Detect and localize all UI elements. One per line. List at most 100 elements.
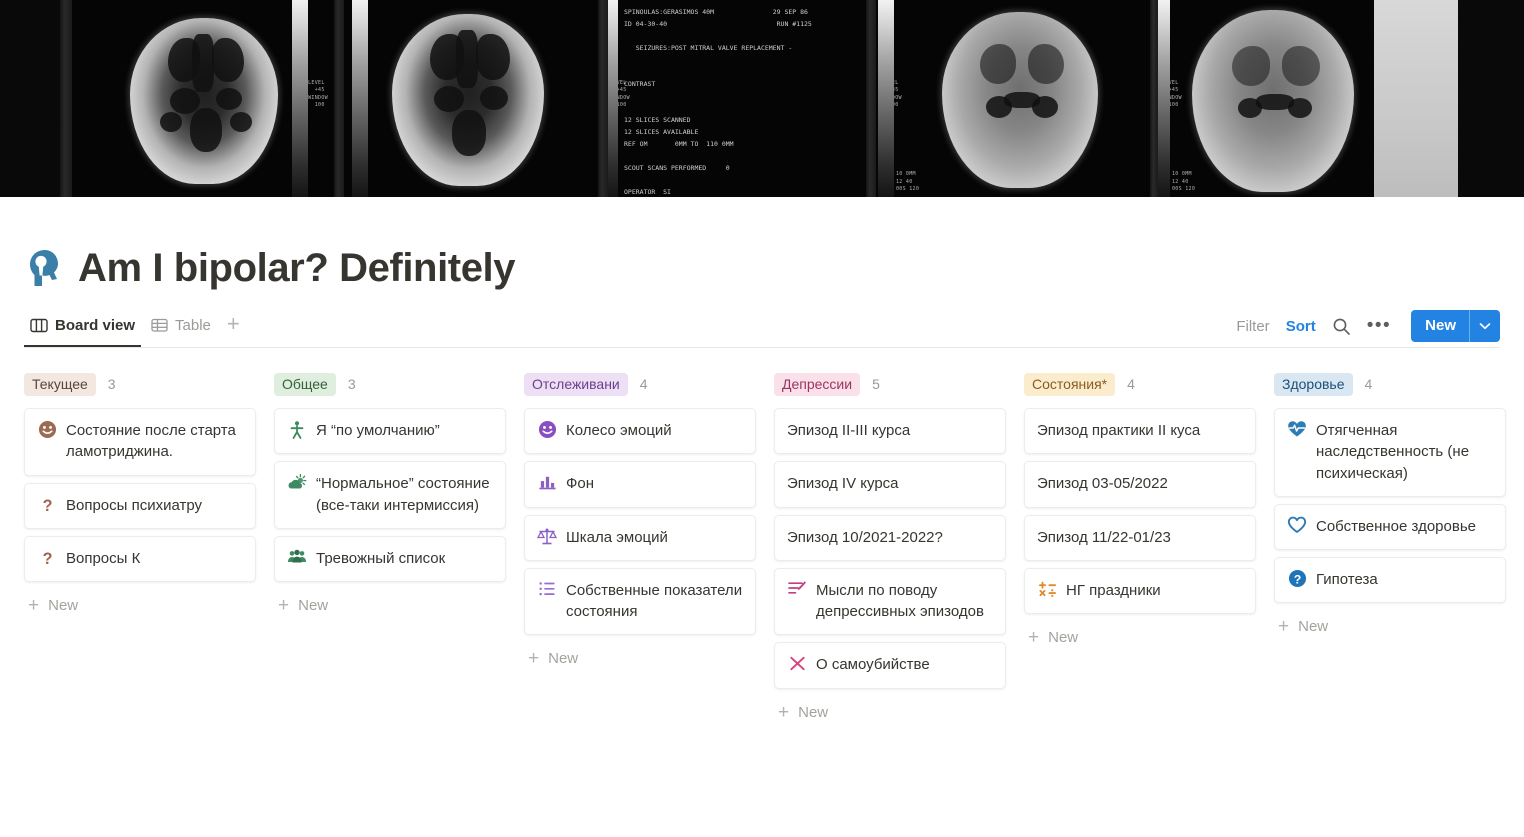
smiley-face-icon xyxy=(537,420,557,441)
board-card[interactable]: Собственные показатели состояния xyxy=(524,567,756,636)
add-view-button[interactable]: + xyxy=(221,313,246,345)
board-column-tekuschee: Текущее 3 Состояние после старта ламотри… xyxy=(24,370,274,615)
card-list: Эпизод практики II куса Эпизод 03-05/202… xyxy=(1024,408,1256,615)
ct-slice-2 xyxy=(344,0,598,197)
search-icon[interactable] xyxy=(1332,317,1351,336)
board-column-obschee: Общее 3 Я “по умолчанию” “Нормальное” со… xyxy=(274,370,524,615)
add-card-label: New xyxy=(1048,629,1079,647)
board-card[interactable]: ? Гипотеза xyxy=(1274,557,1506,604)
head-keyhole-icon xyxy=(24,247,62,289)
board-card[interactable]: Состояние после старта ламотриджина. xyxy=(24,408,256,476)
column-header[interactable]: Текущее 3 xyxy=(24,370,256,398)
column-header[interactable]: Отслеживани 4 xyxy=(524,370,756,398)
board-card[interactable]: Эпизод 03-05/2022 xyxy=(1024,461,1256,508)
question-mark-icon: ? xyxy=(37,495,57,516)
board-card[interactable]: Собственное здоровье xyxy=(1274,503,1506,551)
card-title: НГ праздники xyxy=(1066,581,1161,599)
add-card-button[interactable]: + New xyxy=(774,703,1006,722)
ct-report-panel: SPINOULAS:GERASIMOS 40M 29 SEP 86 ID 04-… xyxy=(608,0,866,197)
column-header[interactable]: Здоровье 4 xyxy=(1274,370,1506,398)
card-title: Гипотеза xyxy=(1316,571,1378,589)
column-count: 5 xyxy=(872,376,880,392)
ct-report-text: SPINOULAS:GERASIMOS 40M 29 SEP 86 ID 04-… xyxy=(624,8,812,197)
board-card[interactable]: ? Вопросы психиатру xyxy=(24,482,256,529)
plus-icon: + xyxy=(528,648,540,670)
sort-button[interactable]: Sort xyxy=(1286,318,1316,335)
board-card[interactable]: Колесо эмоций xyxy=(524,408,756,455)
card-title: Собственное здоровье xyxy=(1316,517,1476,535)
board-toolbar: Filter Sort ••• New xyxy=(1236,310,1500,342)
card-list: Колесо эмоций Фон Шкала эмоций Собственн… xyxy=(524,408,756,636)
board-card[interactable]: “Нормальное” состояние (все-таки интерми… xyxy=(274,461,506,529)
board-column-sostoyaniya: Состояния* 4 Эпизод практики II куса Эпи… xyxy=(1024,370,1274,647)
card-title: Шкала эмоций xyxy=(566,528,668,546)
add-card-label: New xyxy=(798,703,829,721)
ct-film-strip: LEVEL +45 WINDOW 100 SPINOULAS:GERASIMOS… xyxy=(0,0,1524,197)
column-header[interactable]: Состояния* 4 xyxy=(1024,370,1256,398)
heart-outline-icon xyxy=(1287,516,1307,537)
column-header[interactable]: Общее 3 xyxy=(274,370,506,398)
board-column-zdorovie: Здоровье 4 Отягченная наследственность (… xyxy=(1274,370,1524,636)
card-title: О самоубийстве xyxy=(816,656,930,674)
plus-icon: + xyxy=(278,595,290,617)
board-card[interactable]: Эпизод 10/2021-2022? xyxy=(774,514,1006,561)
column-tag: Отслеживани xyxy=(524,372,628,396)
svg-text:?: ? xyxy=(42,497,52,515)
board-card[interactable]: Эпизод II-III курса xyxy=(774,408,1006,455)
board-card[interactable]: Шкала эмоций xyxy=(524,514,756,561)
board-card[interactable]: НГ праздники xyxy=(1024,567,1256,615)
column-tag: Состояния* xyxy=(1024,372,1116,396)
board-card[interactable]: ? Вопросы К xyxy=(24,535,256,583)
add-card-button[interactable]: + New xyxy=(1024,628,1256,647)
bar-chart-icon xyxy=(537,473,557,494)
add-card-button[interactable]: + New xyxy=(274,596,506,615)
card-title: “Нормальное” состояние (все-таки интерми… xyxy=(316,475,490,514)
edit-note-icon xyxy=(787,580,807,601)
card-title: Колесо эмоций xyxy=(566,422,672,439)
ct-side-label: LEVEL +45 WINDOW 100 xyxy=(308,80,328,108)
chevron-down-icon[interactable] xyxy=(1470,310,1500,342)
add-card-button[interactable]: + New xyxy=(524,649,756,668)
card-list: Эпизод II-III курса Эпизод IV курса Эпиз… xyxy=(774,408,1006,689)
column-tag: Текущее xyxy=(24,372,96,396)
board-card[interactable]: О самоубийстве xyxy=(774,642,1006,689)
plus-icon: + xyxy=(1278,616,1290,638)
board-card[interactable]: Мысли по поводу депрессивных эпизодов xyxy=(774,567,1006,636)
table-view-icon xyxy=(151,317,168,333)
tab-board-view[interactable]: Board view xyxy=(24,311,141,347)
plus-icon: + xyxy=(1028,627,1040,649)
add-card-button[interactable]: + New xyxy=(24,596,256,615)
people-group-icon xyxy=(287,548,307,569)
card-title: Эпизод 03-05/2022 xyxy=(1037,475,1168,493)
new-button[interactable]: New xyxy=(1411,310,1500,342)
card-title: Состояние после старта ламотриджина. xyxy=(66,422,236,461)
sun-behind-cloud-icon xyxy=(287,473,307,494)
filter-button[interactable]: Filter xyxy=(1236,318,1269,335)
board-columns: Текущее 3 Состояние после старта ламотри… xyxy=(24,370,1506,722)
add-card-label: New xyxy=(48,597,79,615)
board-card[interactable]: Эпизод 11/22-01/23 xyxy=(1024,514,1256,561)
more-dots-icon[interactable]: ••• xyxy=(1367,316,1391,335)
add-card-button[interactable]: + New xyxy=(1274,617,1506,636)
board-card[interactable]: Фон xyxy=(524,461,756,508)
cross-x-icon xyxy=(787,654,807,675)
board-card[interactable]: Тревожный список xyxy=(274,535,506,583)
column-count: 3 xyxy=(347,376,356,392)
board-card[interactable]: Я “по умолчанию” xyxy=(274,408,506,455)
ct-corner-label-2: 10 0MM 12 40 00S 120 xyxy=(1172,171,1196,192)
column-header[interactable]: Депрессии 5 xyxy=(774,370,1006,398)
board-card[interactable]: Эпизод практики II куса xyxy=(1024,408,1256,455)
tab-board-view-label: Board view xyxy=(55,316,136,334)
card-title: Отягченная наследственность (не психичес… xyxy=(1316,422,1470,482)
page-header: Am I bipolar? Definitely xyxy=(24,197,1500,289)
column-tag: Депрессии xyxy=(774,372,861,396)
board-card[interactable]: Отягченная наследственность (не психичес… xyxy=(1274,408,1506,497)
card-title: Фон xyxy=(566,475,595,493)
page-cover-image[interactable]: LEVEL +45 WINDOW 100 SPINOULAS:GERASIMOS… xyxy=(0,0,1524,197)
tab-table[interactable]: Table xyxy=(145,311,217,347)
smiley-face-icon xyxy=(37,420,57,441)
card-title: Мысли по поводу депрессивных эпизодов xyxy=(816,581,984,621)
math-symbols-icon xyxy=(1037,580,1057,601)
board-card[interactable]: Эпизод IV курса xyxy=(774,461,1006,508)
view-tabs: Board view Table + xyxy=(24,311,246,347)
